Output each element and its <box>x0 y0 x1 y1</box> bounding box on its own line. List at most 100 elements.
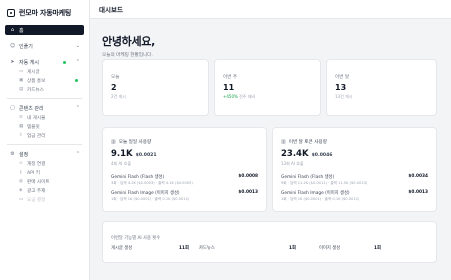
divider <box>7 144 82 145</box>
nav-group-label: 인플기 <box>19 43 33 50</box>
token-cost: $0.0021 <box>135 153 157 158</box>
token-count: 23.4K <box>281 149 309 159</box>
gear-icon: ⚙ <box>10 151 15 157</box>
model-name: Gemini Flash Image (이미지 생성) <box>111 191 180 196</box>
sidebar-item-accounts[interactable]: ∞ 계정 연결 <box>5 159 84 168</box>
sidebar-item-pricing[interactable]: ▭ 요금 결정 <box>5 195 84 204</box>
stat-change: +450% <box>223 94 238 99</box>
chevron-down-icon: ⌄ <box>75 43 80 49</box>
image-icon: ▤ <box>19 87 24 92</box>
sub-item-label: API 키 <box>27 170 40 176</box>
model-name: Gemini Flash (Flash 생성) <box>111 175 165 180</box>
sub-item-label: 광고 주제 <box>27 188 46 194</box>
sidebar-item-templates[interactable]: ▦ 템플릿 <box>5 122 84 131</box>
sub-item-label: 업금 관리 <box>27 133 46 139</box>
usage-total: 9.1K $0.0021 <box>111 149 258 159</box>
home-icon: ⌂ <box>10 27 15 33</box>
stat-label: 오늘 <box>111 75 120 80</box>
user-icon: ☺ <box>9 43 16 49</box>
divider <box>7 98 82 99</box>
main-area: 대시보드 안녕하세요, 오늘의 마케팅 현황입니다. 오늘 2 2건 게시 이번… <box>90 0 451 280</box>
status-dot <box>62 60 66 64</box>
nav-group-auto-post[interactable]: ➤ 자동 게시 ⌃ <box>5 57 84 67</box>
feature-label: 게시글 생성 <box>111 246 133 251</box>
sidebar: 런모마 자동마케팅 ⌂ 홈 ☺ 인플기 ⌄ ➤ 자동 게시 ⌃ ▭ 게시글 ▣ … <box>0 0 90 280</box>
model-row: Gemini Flash (Flash 생성) $0.0008 <box>111 174 258 180</box>
chart-icon: ▥ <box>111 139 116 145</box>
usage-title: 오늘 일일 사용량 <box>118 140 152 145</box>
nav-group-label: 자동 게시 <box>19 59 39 66</box>
list-icon: ≡ <box>19 115 23 120</box>
token-count: 9.1K <box>111 149 133 159</box>
sidebar-item-topics[interactable]: ◈ 광고 주제 <box>5 186 84 195</box>
chart-icon: ▥ <box>281 139 286 145</box>
nav-group-settings[interactable]: ⚙ 설정 ⌃ <box>5 149 84 159</box>
usage-total: 23.4K $0.0046 <box>281 149 428 159</box>
model-row: Gemini Flash Image (이미지 생성) $0.0013 <box>111 190 258 196</box>
document-icon: ▭ <box>19 69 24 74</box>
usage-header: ▥ 오늘 일일 사용량 <box>111 139 258 145</box>
status-dot <box>75 79 78 82</box>
stat-card-today: 오늘 2 2건 게시 <box>102 59 209 116</box>
key-icon: ⚷ <box>19 170 23 175</box>
model-detail: 1회 · 입력 1K ($0.0001) · 출력 0.1K ($0.0012) <box>281 197 360 201</box>
link-icon: ∞ <box>19 161 23 166</box>
send-icon: ➤ <box>10 59 15 65</box>
nav-group-label: 설정 <box>19 151 29 158</box>
sub-item-label: 게시글 <box>27 69 40 75</box>
app: 런모마 자동마케팅 ⌂ 홈 ☺ 인플기 ⌄ ➤ 자동 게시 ⌃ ▭ 게시글 ▣ … <box>0 0 451 280</box>
chevron-up-icon: ⌃ <box>75 59 80 65</box>
sidebar-item-home[interactable]: ⌂ 홈 <box>5 25 84 35</box>
model-row: Gemini Flash (Flash 생성) $0.0034 <box>281 174 428 180</box>
stat-sub: 13건 게시 <box>335 94 353 99</box>
sub-item-label: 판매 사이트 <box>27 179 50 185</box>
sidebar-item-sites[interactable]: ◍ 판매 사이트 <box>5 177 84 186</box>
usage-card-today: ▥ 오늘 일일 사용량 9.1K $0.0021 4회 AI 호출 Gemini… <box>102 127 267 212</box>
stat-value: 11 <box>223 83 235 92</box>
page-title: 대시보드 <box>99 6 123 14</box>
stat-sub: 2건 게시 <box>111 94 126 99</box>
model-amount: $0.0008 <box>238 174 258 179</box>
sidebar-item-card-news[interactable]: ▤ 카드뉴스 <box>5 85 84 94</box>
model-name: Gemini Flash (Flash 생성) <box>281 175 335 180</box>
sidebar-item-product-promo[interactable]: ▣ 상품 홍보 <box>5 76 84 85</box>
brand[interactable]: 런모마 자동마케팅 <box>0 0 89 19</box>
sub-item-label: 요금 결정 <box>27 197 46 203</box>
feature-usage-card: 이번달 기능별 AI 사용 횟수 게시글 생성 11회 카드뉴스 1회 이미지 … <box>102 221 437 263</box>
template-icon: ▦ <box>19 124 24 129</box>
usage-card-month: ▥ 이번 달 토큰 사용량 23.4K $0.0046 13회 AI 호출 Ge… <box>272 127 437 212</box>
sub-item-label: 상품 홍보 <box>27 78 46 84</box>
greeting-subtitle: 오늘의 마케팅 현황입니다. <box>102 53 153 58</box>
model-amount: $0.0034 <box>408 174 428 179</box>
model-amount: $0.0013 <box>408 190 428 195</box>
folder-icon: ▢ <box>10 105 15 111</box>
feature-count: 1회 <box>289 246 296 251</box>
model-name: Gemini Flash Image (이미지 생성) <box>281 191 350 196</box>
feature-count: 1회 <box>374 246 381 251</box>
model-row: Gemini Flash Image (이미지 생성) $0.0013 <box>281 190 428 196</box>
usage-title: 이번 달 토큰 사용량 <box>288 140 327 145</box>
sidebar-item-upload[interactable]: ⇪ 업금 관리 <box>5 131 84 140</box>
sub-item-label: 계정 연결 <box>27 161 46 167</box>
model-detail: 1회 · 입력 1K ($0.0001) · 출력 0.1K ($0.0012) <box>111 197 190 201</box>
nav-group-content[interactable]: ▢ 콘텐츠 관리 ⌃ <box>5 103 84 113</box>
feature-label: 이미지 생성 <box>319 246 341 251</box>
bag-icon: ▣ <box>19 78 24 83</box>
sub-item-label: 내 게시물 <box>27 115 46 121</box>
tag-icon: ◈ <box>19 188 23 193</box>
stat-value: 2 <box>111 83 117 92</box>
sidebar-item-api-key[interactable]: ⚷ API 키 <box>5 168 84 177</box>
stat-card-week: 이번 주 11 +450% 전주 대비 <box>214 59 321 116</box>
feature-usage-title: 이번달 기능별 AI 사용 횟수 <box>111 236 161 241</box>
card-icon: ▭ <box>19 197 24 202</box>
usage-header: ▥ 이번 달 토큰 사용량 <box>281 139 428 145</box>
token-cost: $0.0046 <box>311 153 333 158</box>
sidebar-item-my-posts[interactable]: ≡ 내 게시물 <box>5 113 84 122</box>
model-detail: 3회 · 입력 4.2K ($0.0003) · 출력 4.1K ($0.000… <box>111 181 193 185</box>
nav-group-influencer[interactable]: ☺ 인플기 ⌄ <box>5 41 84 51</box>
greeting-title: 안녕하세요, <box>102 35 155 48</box>
stat-card-month: 이번 달 13 13건 게시 <box>326 59 437 116</box>
feature-usage-row: 게시글 생성 11회 카드뉴스 1회 이미지 생성 1회 <box>111 245 428 251</box>
sub-item-label: 템플릿 <box>27 124 40 130</box>
sidebar-item-posts[interactable]: ▭ 게시글 <box>5 67 84 76</box>
